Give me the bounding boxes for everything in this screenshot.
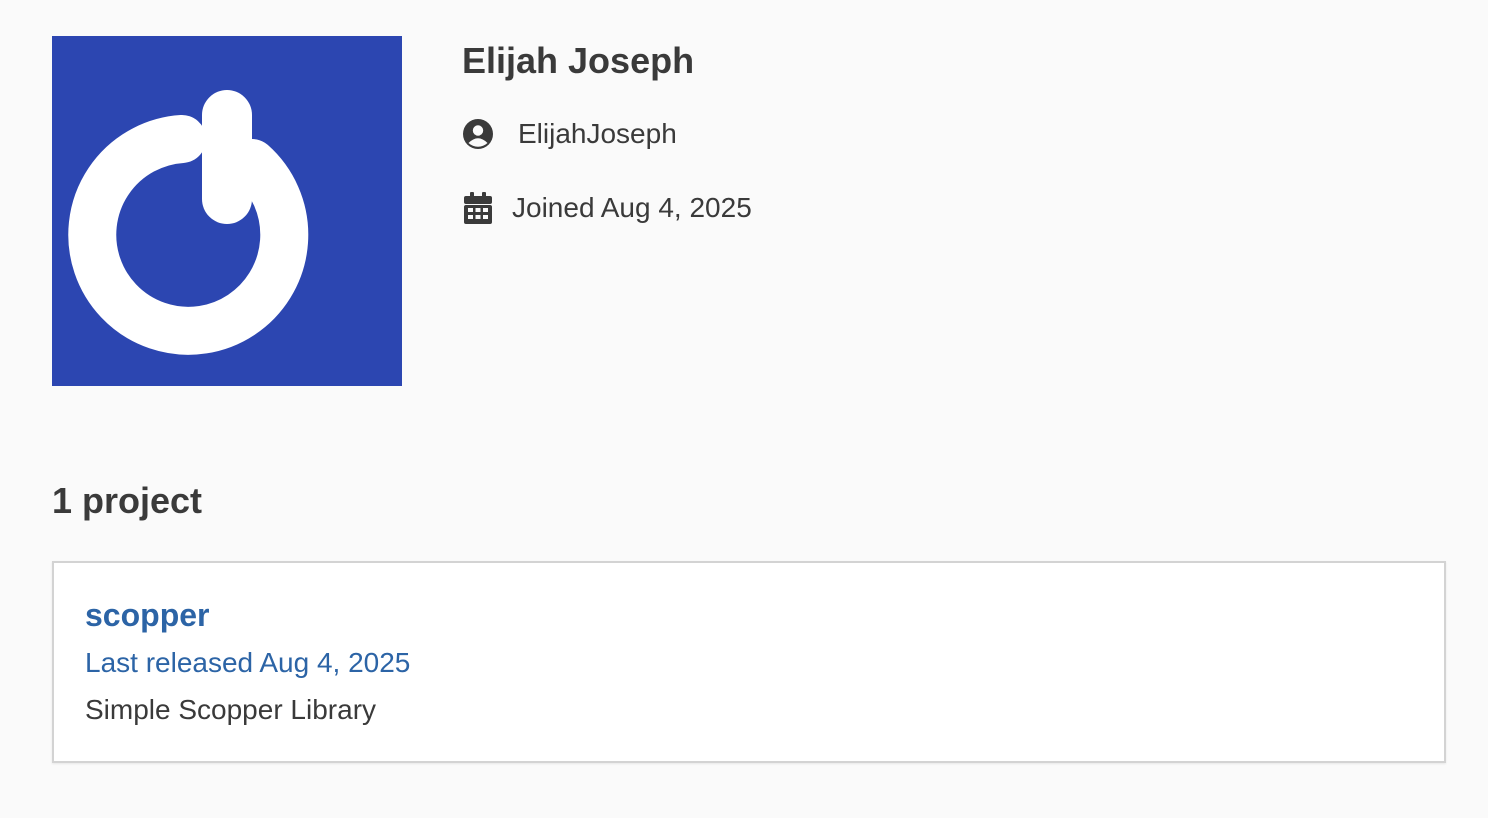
project-card[interactable]: scopper Last released Aug 4, 2025 Simple…	[52, 561, 1446, 763]
power-logo-icon	[52, 36, 402, 386]
project-name: scopper	[85, 597, 210, 633]
username-row: ElijahJoseph	[462, 118, 677, 150]
project-last-released: Last released Aug 4, 2025	[85, 647, 411, 678]
projects-count-heading: 1 project	[52, 480, 203, 521]
joined-row: Joined Aug 4, 2025	[462, 192, 752, 224]
user-display-name: Elijah Joseph	[462, 40, 695, 81]
avatar	[52, 36, 402, 386]
joined-date-text: Joined Aug 4, 2025	[512, 192, 752, 223]
project-description: Simple Scopper Library	[85, 694, 377, 725]
calendar-icon	[462, 192, 494, 224]
user-circle-icon	[462, 118, 494, 150]
username-text: ElijahJoseph	[518, 118, 677, 149]
